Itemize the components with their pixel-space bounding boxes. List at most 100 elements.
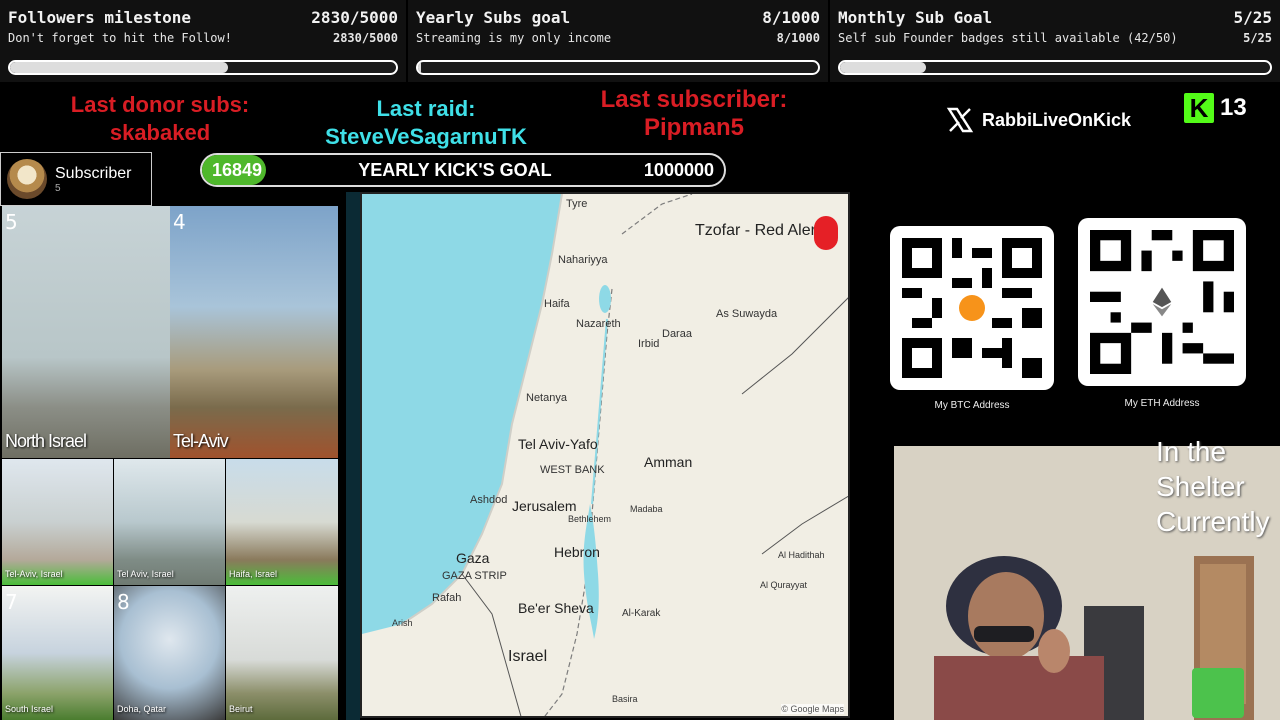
goal-count-small: 2830/5000: [332, 31, 398, 45]
map-label: Be'er Sheva: [518, 600, 594, 616]
kick-logo-icon: K: [1184, 93, 1214, 123]
kick-goal-bar: 16849 YEARLY KICK'S GOAL 1000000: [200, 153, 726, 187]
x-logo-icon: [946, 107, 974, 133]
map-label: Nahariyya: [558, 254, 608, 266]
kick-count: 13: [1220, 94, 1247, 121]
map-label: Jerusalem: [512, 498, 577, 514]
last-raid-name: SteveVeSagarnuTK: [325, 124, 527, 149]
camera-feed: 8 Doha, Qatar: [114, 586, 225, 720]
subscriber-count: 5: [55, 182, 61, 194]
followers-goal: Followers milestone 2830/5000 Don't forge…: [0, 0, 406, 82]
map-label: Al-Karak: [622, 608, 661, 619]
goal-title: Followers milestone: [8, 8, 192, 27]
goal-progress-fill: [840, 62, 926, 73]
map-label: Basira: [612, 694, 638, 704]
shelter-line: In the: [1156, 436, 1227, 467]
goal-subtitle: Self sub Founder badges still available …: [838, 31, 1178, 45]
map-label: Irbid: [638, 338, 660, 350]
goal-progress-fill: [10, 62, 229, 73]
camera-feed: Tel-Aviv, Israel: [2, 459, 113, 585]
subscriber-title: Subscriber: [55, 164, 132, 182]
last-subscriber: Last subscriber: Pipman5: [574, 86, 814, 142]
x-handle-text: RabbiLiveOnKick: [982, 109, 1132, 130]
map-label: Hebron: [554, 544, 600, 560]
goal-progress-bar: [838, 60, 1272, 75]
goal-subtitle: Don't forget to hit the Follow!: [8, 31, 232, 45]
x-handle[interactable]: RabbiLiveOnKick: [946, 106, 1131, 134]
camera-label: Beirut: [229, 704, 253, 714]
goal-count: 2830/5000: [311, 8, 398, 27]
goal-count: 5/25: [1233, 8, 1272, 27]
camera-number: 8: [117, 590, 130, 614]
yearly-subs-goal: Yearly Subs goal 8/1000 Streaming is my o…: [408, 0, 828, 82]
subscriber-card: Subscriber 5: [0, 152, 152, 206]
map-label: Gaza: [456, 550, 490, 566]
map-label: Daraa: [662, 328, 692, 340]
goal-subtitle: Streaming is my only income: [416, 31, 612, 45]
map-title: Tzofar - Red Alert: [695, 222, 821, 239]
kick-viewer-badge: K 13: [1184, 93, 1247, 123]
camera-number: 5: [5, 210, 18, 234]
camera-label: Haifa, Israel: [229, 569, 278, 579]
map-label: Haifa: [544, 298, 570, 310]
last-subscriber-label: Last subscriber:: [600, 86, 788, 113]
last-donor-label: Last donor subs:: [70, 92, 250, 117]
map-label: Amman: [644, 454, 693, 470]
eth-label: My ETH Address: [1124, 398, 1200, 409]
map-label: Netanya: [526, 392, 567, 404]
camera-feed: Tel Aviv, Israel: [114, 459, 225, 585]
camera-feed: Haifa, Israel: [226, 459, 338, 585]
map-label: Madaba: [630, 504, 663, 514]
kick-goal-target: 1000000: [643, 159, 714, 180]
map-label: Tel Aviv-Yafo: [518, 436, 598, 452]
last-donor: Last donor subs: skabaked: [40, 91, 280, 147]
camera-label: Tel-Aviv: [173, 431, 229, 451]
kick-goal-current: 16849: [212, 159, 263, 180]
map-label: Al Qurayyat: [760, 580, 808, 590]
camera-feed: 5 North Israel: [2, 206, 170, 458]
kick-goal-fill: 16849: [202, 155, 266, 185]
last-raid-label: Last raid:: [376, 96, 476, 121]
qr-pattern: [902, 238, 1042, 378]
last-donor-name: skabaked: [109, 120, 211, 145]
alert-map[interactable]: Tzofar - Red Alert Tyre Nahariyya Haifa …: [360, 192, 850, 718]
last-subscriber-name: Pipman5: [643, 114, 745, 141]
map-label: WEST BANK: [540, 464, 605, 476]
red-alert-icon: [814, 216, 838, 250]
map-label: Ashdod: [470, 494, 508, 506]
map-label: Rafah: [432, 592, 462, 604]
last-raid: Last raid: SteveVeSagarnuTK: [306, 95, 546, 151]
map-credit: © Google Maps: [781, 704, 844, 714]
goal-title: Monthly Sub Goal: [838, 8, 993, 27]
map-label: Israel: [508, 648, 548, 665]
divider-strip: [346, 192, 360, 720]
camera-label: South Israel: [5, 704, 54, 714]
camera-label: North Israel: [5, 431, 87, 451]
goal-progress-fill: [418, 62, 422, 73]
camera-feed: 7 South Israel: [2, 586, 113, 720]
goal-count-small: 5/25: [1243, 31, 1272, 45]
monthly-sub-goal: Monthly Sub Goal 5/25 Self sub Founder ba…: [830, 0, 1280, 82]
map-label: Al Hadithah: [778, 550, 825, 560]
shelter-line: Shelter: [1156, 471, 1245, 502]
goal-progress-bar: [416, 60, 820, 75]
eth-qr-code: [1078, 218, 1246, 386]
camera-feed: 4 Tel-Aviv: [170, 206, 338, 458]
map-label: Tyre: [566, 198, 588, 210]
camera-label: Tel Aviv, Israel: [117, 569, 174, 579]
camera-label: Doha, Qatar: [117, 704, 167, 714]
camera-grid: 5 North Israel 4 Tel-Aviv Tel-Aviv, Isra…: [2, 206, 340, 720]
camera-number: 7: [5, 590, 18, 614]
goal-count-small: 8/1000: [776, 31, 820, 45]
shelter-status: In the Shelter Currently: [1156, 434, 1270, 539]
camera-label: Tel-Aviv, Israel: [5, 569, 63, 579]
map-label: Nazareth: [576, 318, 621, 330]
camera-number: 4: [173, 210, 186, 234]
map-label: Bethlehem: [568, 514, 612, 524]
camera-feed: Beirut: [226, 586, 338, 720]
shelter-line: Currently: [1156, 506, 1270, 537]
btc-qr-code: [890, 226, 1054, 390]
map-label: As Suwayda: [716, 308, 778, 320]
goal-count: 8/1000: [762, 8, 820, 27]
map-label: Arish: [392, 618, 413, 628]
